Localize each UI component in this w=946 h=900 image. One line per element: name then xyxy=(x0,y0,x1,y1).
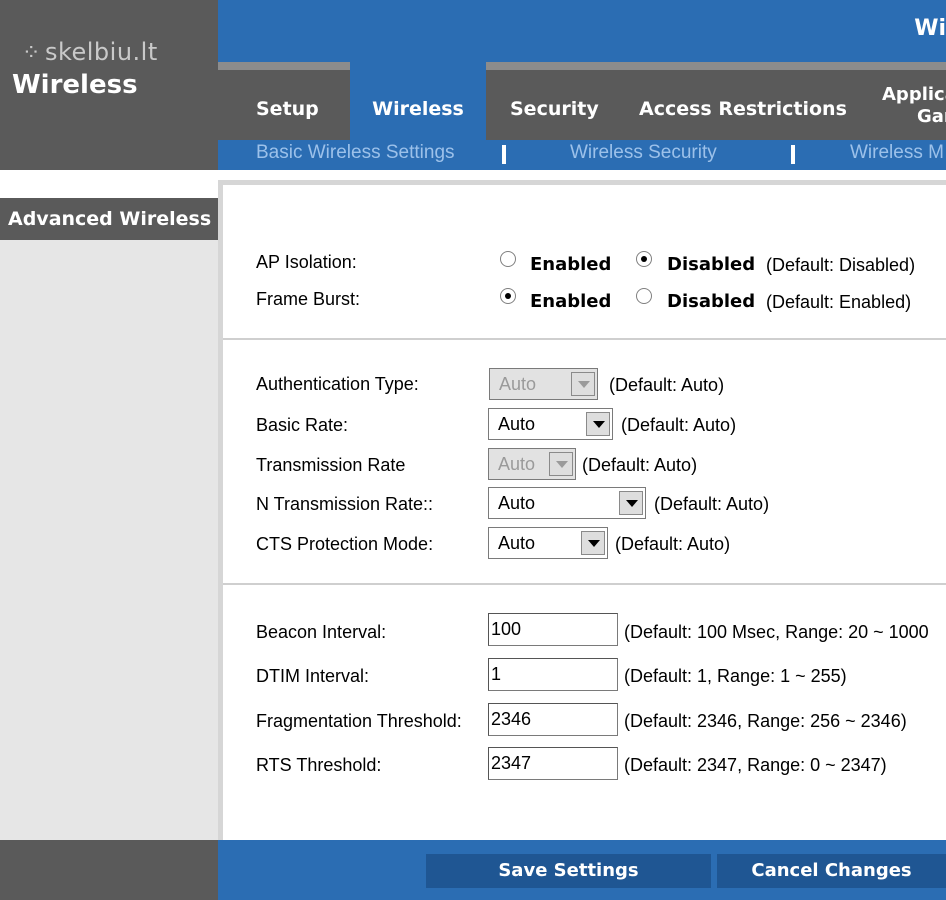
brand-title: Wi xyxy=(914,16,946,41)
cts-mode-value: Auto xyxy=(498,533,536,553)
beacon-interval-default-note: (Default: 100 Msec, Range: 20 ~ 1000 xyxy=(624,622,929,642)
dropdown-arrow-icon xyxy=(549,452,573,476)
tab-setup[interactable]: Setup xyxy=(256,62,319,140)
ap-isolation-label: AP Isolation: xyxy=(256,252,357,272)
frame-burst-enabled-radio[interactable] xyxy=(500,288,516,304)
dropdown-arrow-icon xyxy=(619,491,643,515)
fragmentation-threshold-default-note: (Default: 2346, Range: 256 ~ 2346) xyxy=(624,711,907,731)
sidebar-item-advanced-wireless: Advanced Wireless xyxy=(0,198,218,240)
transmission-rate-default-note: (Default: Auto) xyxy=(582,455,698,475)
cts-mode-select[interactable]: Auto xyxy=(488,527,608,559)
auth-type-default-note: (Default: Auto) xyxy=(609,375,725,395)
dropdown-arrow-icon xyxy=(571,372,595,396)
tab-wireless[interactable]: Wireless xyxy=(350,62,486,140)
tab-access-restrictions[interactable]: Access Restrictions xyxy=(639,62,847,140)
tab-apps-line1: Applica xyxy=(882,84,946,105)
transmission-rate-select[interactable]: Auto xyxy=(488,448,576,480)
panel-border xyxy=(218,180,946,185)
footer-bar: Save Settings Cancel Changes xyxy=(218,840,946,900)
beacon-interval-label: Beacon Interval: xyxy=(256,622,387,642)
dots-icon: ⁘ xyxy=(22,41,41,66)
save-settings-button[interactable]: Save Settings xyxy=(426,854,711,888)
section-divider xyxy=(223,338,946,340)
dropdown-arrow-icon xyxy=(581,531,605,555)
subtab-basic-wireless-settings[interactable]: Basic Wireless Settings xyxy=(256,142,455,164)
frame-burst-enabled-label: Enabled xyxy=(530,291,612,312)
tab-applications-gaming[interactable]: Applica Gam xyxy=(882,84,946,128)
content-panel: AP Isolation: Enabled Disabled (Default:… xyxy=(218,170,946,840)
dropdown-arrow-icon xyxy=(586,412,610,436)
basic-rate-label: Basic Rate: xyxy=(256,415,349,435)
section-divider xyxy=(223,583,946,585)
n-transmission-rate-value: Auto xyxy=(498,493,536,513)
frame-burst-disabled-label: Disabled xyxy=(667,291,756,312)
auth-type-label: Authentication Type: xyxy=(256,374,419,394)
cts-mode-label: CTS Protection Mode: xyxy=(256,534,434,554)
sidebar-lip xyxy=(0,170,218,198)
watermark-logo: ⁘ skelbiu.lt xyxy=(22,38,158,66)
sub-tabs: Basic Wireless Settings Wireless Securit… xyxy=(218,140,946,170)
n-transmission-rate-default-note: (Default: Auto) xyxy=(654,494,770,514)
rts-threshold-default-note: (Default: 2347, Range: 0 ~ 2347) xyxy=(624,755,887,775)
tab-security[interactable]: Security xyxy=(510,62,599,140)
subtab-wireless-mac[interactable]: Wireless M xyxy=(850,142,944,164)
left-sidebar xyxy=(0,170,218,840)
n-transmission-rate-label: N Transmission Rate:: xyxy=(256,494,434,514)
panel-border xyxy=(218,180,223,840)
basic-rate-value: Auto xyxy=(498,414,536,434)
basic-rate-default-note: (Default: Auto) xyxy=(621,415,737,435)
beacon-interval-input[interactable]: 100 xyxy=(488,613,618,646)
ap-isolation-enabled-label: Enabled xyxy=(530,254,612,275)
ap-isolation-enabled-radio[interactable] xyxy=(500,251,516,267)
dtim-interval-input[interactable]: 1 xyxy=(488,658,618,691)
basic-rate-select[interactable]: Auto xyxy=(488,408,613,440)
subtab-separator xyxy=(502,145,506,164)
watermark-text: skelbiu.lt xyxy=(44,38,158,66)
cts-mode-default-note: (Default: Auto) xyxy=(615,534,731,554)
frame-burst-default-note: (Default: Enabled) xyxy=(766,292,912,312)
cancel-changes-button[interactable]: Cancel Changes xyxy=(717,854,946,888)
dtim-interval-label: DTIM Interval: xyxy=(256,666,370,686)
rts-threshold-input[interactable]: 2347 xyxy=(488,747,618,780)
left-footer xyxy=(0,840,218,900)
ap-isolation-disabled-radio[interactable] xyxy=(636,251,652,267)
frame-burst-label: Frame Burst: xyxy=(256,289,361,309)
section-title: Wireless xyxy=(12,70,138,100)
subtab-separator xyxy=(791,145,795,164)
ap-isolation-default-note: (Default: Disabled) xyxy=(766,255,916,275)
top-header-bar: Wi xyxy=(218,0,946,62)
left-header: ⁘ skelbiu.lt Wireless xyxy=(0,0,218,170)
n-transmission-rate-select[interactable]: Auto xyxy=(488,487,646,519)
ap-isolation-disabled-label: Disabled xyxy=(667,254,756,275)
transmission-rate-label: Transmission Rate xyxy=(256,455,406,475)
fragmentation-threshold-input[interactable]: 2346 xyxy=(488,703,618,736)
subtab-wireless-security[interactable]: Wireless Security xyxy=(570,142,717,164)
auth-type-value: Auto xyxy=(499,374,537,394)
frame-burst-disabled-radio[interactable] xyxy=(636,288,652,304)
dtim-interval-default-note: (Default: 1, Range: 1 ~ 255) xyxy=(624,666,847,686)
fragmentation-threshold-label: Fragmentation Threshold: xyxy=(256,711,462,731)
tab-apps-line2: Gam xyxy=(917,106,946,127)
auth-type-select[interactable]: Auto xyxy=(489,368,598,400)
rts-threshold-label: RTS Threshold: xyxy=(256,755,382,775)
main-tabs: Setup Wireless Security Access Restricti… xyxy=(218,62,946,140)
transmission-rate-value: Auto xyxy=(498,454,536,474)
